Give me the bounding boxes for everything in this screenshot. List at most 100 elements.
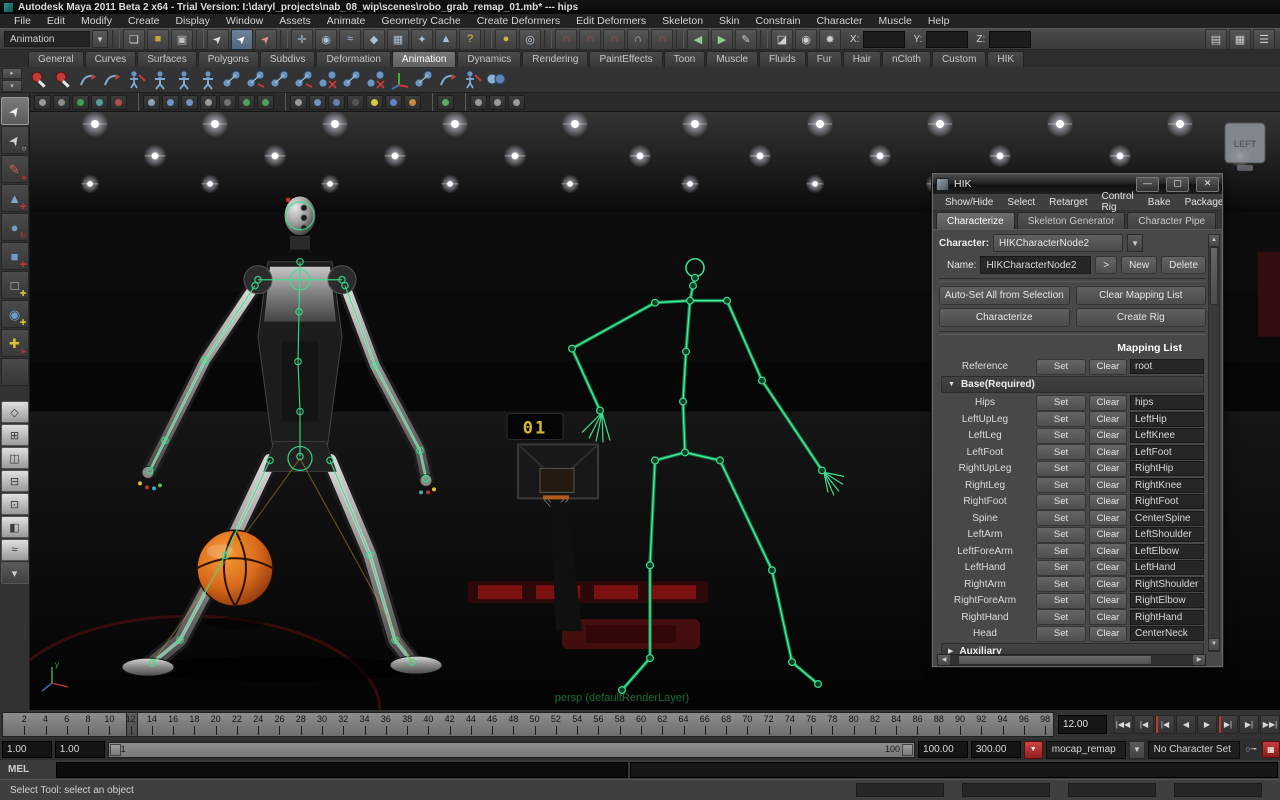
universal-manipulator-tool[interactable]: □ ✚ (0, 271, 29, 299)
range-end-handle[interactable] (902, 743, 914, 756)
joint-chain-icon[interactable] (413, 69, 435, 91)
scroll-right-icon[interactable]: ▶ (1193, 655, 1205, 665)
mask-joints-icon[interactable]: ◉ (315, 28, 337, 50)
shelf-tab-deformation[interactable]: Deformation (316, 51, 391, 67)
reference-clear-button[interactable]: Clear (1089, 358, 1127, 375)
persp-panes-layout[interactable]: ⊟ (0, 470, 29, 492)
highlight-selection-icon[interactable]: ◎ (519, 28, 541, 50)
rightforearm-clear-button[interactable]: Clear (1089, 592, 1127, 609)
rightarm-field[interactable]: RightShoulder (1130, 576, 1204, 592)
menu-set-dropdown-icon[interactable]: ▼ (92, 30, 108, 48)
use-all-lights-icon[interactable] (200, 94, 217, 110)
select-component-icon[interactable]: ➤ (255, 28, 277, 50)
head-set-button[interactable]: Set (1036, 625, 1086, 642)
section-base-required[interactable]: ▼ Base(Required) (941, 375, 1204, 393)
rightfoot-set-button[interactable]: Set (1036, 493, 1086, 510)
gold-material-icon[interactable] (404, 94, 421, 110)
righthand-set-button[interactable]: Set (1036, 609, 1086, 625)
rightleg-set-button[interactable]: Set (1036, 477, 1086, 493)
rightupleg-field[interactable]: RightHip (1130, 461, 1204, 476)
expand-name-button[interactable]: > (1095, 256, 1118, 274)
leftfoot-clear-button[interactable]: Clear (1089, 444, 1127, 460)
open-scene-icon[interactable]: ■ (147, 28, 169, 50)
shaded-mode-icon[interactable] (162, 94, 179, 110)
range-slider[interactable]: 1 100 (107, 741, 916, 758)
hik-horizontal-scrollbar[interactable]: ◀ ▶ (937, 654, 1206, 666)
mask-misc-icon[interactable]: ? (459, 28, 481, 50)
play-forwards-button[interactable]: ▶ (1197, 715, 1217, 734)
single-view-icon[interactable] (470, 94, 487, 110)
step-forward-frame-button[interactable]: ▶| (1239, 715, 1259, 734)
input-connections-icon[interactable]: ◀ (687, 28, 709, 50)
menu-animate[interactable]: Animate (319, 15, 374, 27)
double-view-icon[interactable] (489, 94, 506, 110)
lasso-select-tool[interactable]: ➤ ○ (0, 126, 29, 154)
output-connections-icon[interactable]: ▶ (711, 28, 733, 50)
shelf-tab-curves[interactable]: Curves (84, 51, 137, 67)
hips-clear-button[interactable]: Clear (1089, 394, 1127, 411)
wire-cube-icon[interactable] (290, 94, 307, 110)
leftarm-set-button[interactable]: Set (1036, 526, 1086, 543)
tool-settings-toggle-icon[interactable]: ☰ (1253, 28, 1275, 50)
step-forward-key-button[interactable]: ▶| (1218, 715, 1238, 734)
orient-joint-icon[interactable] (389, 69, 411, 91)
menu-window[interactable]: Window (218, 15, 271, 27)
go-to-end-button[interactable]: ▶▶| (1260, 715, 1280, 734)
menu-display[interactable]: Display (167, 15, 217, 27)
ik-spline-tool-icon[interactable] (437, 69, 459, 91)
shelf-cycle-icon[interactable]: ▸ (2, 67, 22, 79)
menu-help[interactable]: Help (920, 15, 958, 27)
joint-tool-icon[interactable] (221, 69, 243, 91)
animation-end-field[interactable]: 300.00 (970, 741, 1021, 758)
step-back-key-button[interactable]: |◀ (1155, 715, 1175, 734)
hik-tab-character-pipe[interactable]: Character Pipe (1127, 212, 1217, 229)
menu-create[interactable]: Create (120, 15, 168, 27)
single-pane-layout[interactable]: ◇ (0, 401, 29, 423)
rightleg-clear-button[interactable]: Clear (1089, 477, 1127, 493)
leftupleg-field[interactable]: LeftHip (1130, 411, 1204, 427)
leftfoot-field[interactable]: LeftFoot (1130, 444, 1204, 460)
leftfoot-set-button[interactable]: Set (1036, 444, 1086, 460)
construction-history-icon[interactable]: ✎ (735, 28, 757, 50)
select-object-icon[interactable]: ➤ (231, 28, 253, 50)
current-frame-marker[interactable] (125, 713, 138, 736)
shelf-tab-rendering[interactable]: Rendering (522, 51, 589, 67)
grease-pencil-icon[interactable] (110, 94, 127, 110)
delete-character-button[interactable]: Delete (1161, 256, 1206, 274)
textured-mode-icon[interactable] (181, 94, 198, 110)
rightfoot-field[interactable]: RightFoot (1130, 494, 1204, 509)
shelf-tab-fur[interactable]: Fur (806, 51, 842, 67)
hik-menu-package[interactable]: Package (1179, 197, 1222, 208)
hips-field[interactable]: hips (1130, 395, 1204, 410)
persp-outliner-layout[interactable]: ◫ (0, 447, 29, 469)
rightupleg-clear-button[interactable]: Clear (1089, 460, 1127, 477)
reference-set-button[interactable]: Set (1036, 358, 1086, 375)
lefthand-clear-button[interactable]: Clear (1089, 559, 1127, 576)
hik-window[interactable]: HIK — ▢ ✕ Show/Hide Select Retarget Control… (931, 172, 1224, 668)
mask-rendering-icon[interactable]: ▲ (435, 28, 457, 50)
character-set-combo[interactable]: No Character Set (1147, 740, 1240, 759)
clear-mapping-list-button[interactable]: Clear Mapping List (1075, 286, 1206, 305)
timeline-ruler[interactable]: 2 4 6 8 10 12 14 16 18 20 22 24 26 28 30 32 34 36 38 40 42 44… (2, 712, 1054, 737)
hypergraph-persp-layout[interactable]: ◧ (0, 516, 29, 538)
hips-set-button[interactable]: Set (1036, 394, 1086, 411)
maximize-button[interactable]: ▢ (1166, 176, 1189, 192)
four-pane-layout[interactable]: ⊞ (0, 424, 29, 446)
hik-tab-skeleton-generator[interactable]: Skeleton Generator (1016, 212, 1126, 229)
menu-set-selector[interactable]: Animation (4, 31, 90, 47)
shelf-menu[interactable]: ▸ ▾ (2, 67, 22, 92)
mirror-joint-icon[interactable] (125, 69, 147, 91)
mask-handles-icon[interactable]: ✛ (291, 28, 313, 50)
last-tool-used[interactable] (0, 358, 29, 386)
scroll-up-icon[interactable]: ▲ (1209, 235, 1219, 247)
rightarm-clear-button[interactable]: Clear (1089, 576, 1127, 592)
character-icon[interactable] (149, 69, 171, 91)
hscroll-thumb[interactable] (958, 655, 1153, 665)
close-button[interactable]: ✕ (1196, 176, 1219, 192)
menu-edit-deformers[interactable]: Edit Deformers (568, 15, 654, 27)
hik-menu-select[interactable]: Select (1001, 197, 1041, 208)
material-view-icon[interactable] (347, 94, 364, 110)
hik-tab-characterize[interactable]: Characterize (936, 212, 1015, 229)
rightforearm-set-button[interactable]: Set (1036, 592, 1086, 609)
range-start-handle[interactable] (109, 743, 121, 756)
